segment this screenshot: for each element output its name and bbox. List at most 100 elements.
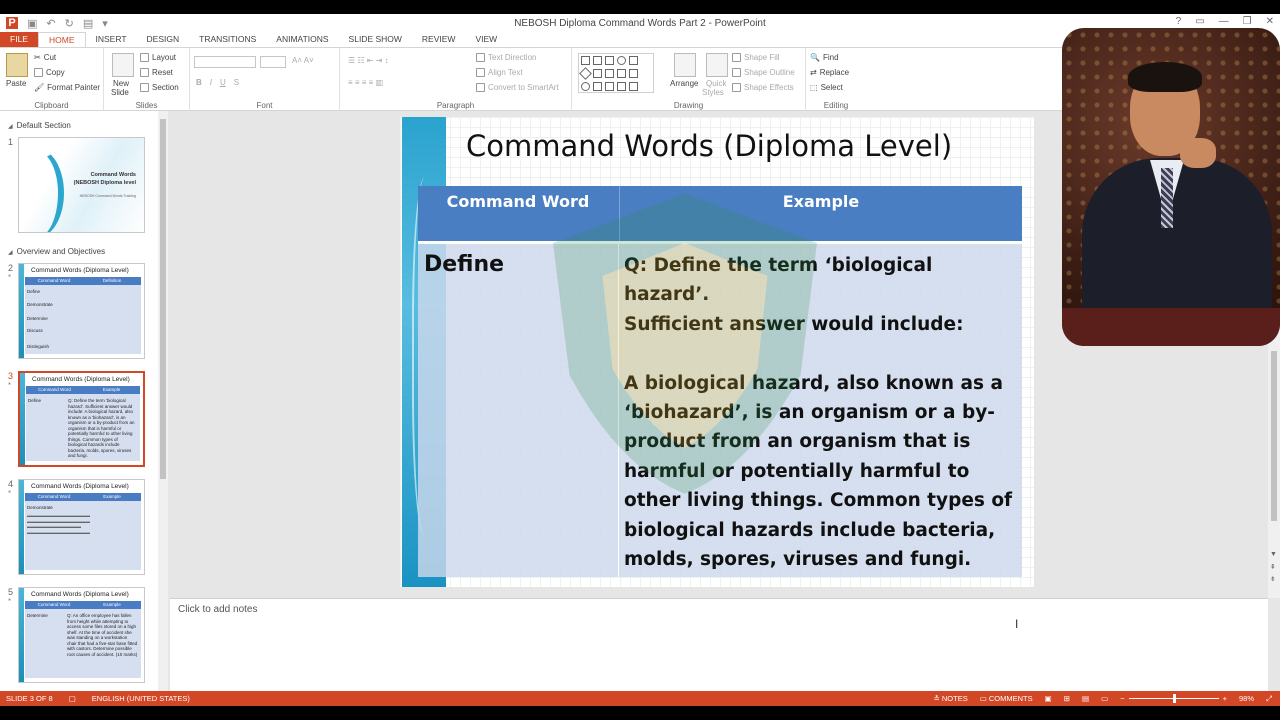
font-size-box[interactable] xyxy=(260,56,286,68)
tab-insert[interactable]: INSERT xyxy=(86,32,137,47)
zoom-in-icon[interactable]: + xyxy=(1223,694,1227,703)
bold-button[interactable]: B xyxy=(196,78,202,87)
slide-canvas[interactable]: Command Words (Diploma Level) Command Wo… xyxy=(400,117,1034,587)
tab-slide-show[interactable]: SLIDE SHOW xyxy=(339,32,412,47)
bullets-icon[interactable]: ☰ ☷ ⇤ ⇥ ↕ xyxy=(348,56,389,65)
new-slide-button[interactable]: New xyxy=(113,79,129,88)
undo-icon[interactable]: ↶ xyxy=(46,17,55,30)
thumbnail-slide-3[interactable]: Command Words (Diploma Level) Command Wo… xyxy=(18,371,145,467)
replace-button[interactable]: ⇄ Replace xyxy=(810,68,849,77)
redo-icon[interactable]: ↻ xyxy=(65,17,74,30)
zoom-knob[interactable] xyxy=(1172,694,1176,703)
collapse-icon[interactable]: ◢ xyxy=(8,250,13,256)
shapes-gallery[interactable] xyxy=(578,53,654,93)
tab-home[interactable]: HOME xyxy=(38,32,86,47)
tab-transitions[interactable]: TRANSITIONS xyxy=(189,32,266,47)
thumbnail-scrollbar[interactable] xyxy=(158,111,168,691)
layout-button[interactable]: Layout xyxy=(140,53,176,62)
slide-title[interactable]: Command Words (Diploma Level) xyxy=(466,129,952,163)
next-slide-icon[interactable]: ⇟ xyxy=(1270,575,1276,583)
close-icon[interactable]: ✕ xyxy=(1266,16,1274,27)
ribbon-display-icon[interactable]: ▭ xyxy=(1195,16,1204,27)
save-icon[interactable]: ▣ xyxy=(27,17,37,30)
normal-view-icon[interactable]: ▣ xyxy=(1045,694,1052,703)
quick-styles-icon[interactable] xyxy=(706,53,728,77)
arrange-button[interactable]: Arrange xyxy=(670,79,698,88)
slideshow-icon[interactable]: ▭ xyxy=(1101,694,1108,703)
slide-sorter-icon[interactable]: ⊞ xyxy=(1064,694,1070,703)
shadow-button[interactable]: S xyxy=(234,78,239,87)
quick-styles-button[interactable]: Quick xyxy=(706,79,726,88)
customize-qat-icon[interactable]: ▾ xyxy=(102,17,108,30)
find-button[interactable]: 🔍 Find xyxy=(810,53,839,62)
thumbnail-slide-4[interactable]: Command Words (Diploma Level) Command Wo… xyxy=(18,479,145,575)
slide-thumbnail-pane[interactable]: ◢ Default Section 1 Command Words (NEBOSH… xyxy=(0,111,168,691)
font-name-box[interactable] xyxy=(194,56,256,68)
shape-fill-button[interactable]: Shape Fill xyxy=(732,53,780,62)
align-text-button[interactable]: Align Text xyxy=(476,68,523,77)
reading-view-icon[interactable]: ▤ xyxy=(1082,694,1089,703)
table-header-row[interactable]: Command Word Example xyxy=(418,186,1022,244)
section-button[interactable]: Section xyxy=(140,83,179,92)
thumbnail-slide-2[interactable]: Command Words (Diploma Level) Command Wo… xyxy=(18,263,145,359)
shape-effects-button[interactable]: Shape Effects xyxy=(732,83,794,92)
tab-animations[interactable]: ANIMATIONS xyxy=(266,32,338,47)
help-icon[interactable]: ? xyxy=(1176,16,1182,27)
notes-button[interactable]: ≛ NOTES xyxy=(933,694,967,703)
convert-smartart-label: Convert to SmartArt xyxy=(488,83,559,92)
start-from-beginning-icon[interactable]: ▤ xyxy=(83,17,93,30)
grow-font-icon[interactable]: A˄ A˅ xyxy=(292,56,314,65)
new-slide-button-line2[interactable]: Slide xyxy=(111,88,129,97)
italic-button[interactable]: I xyxy=(210,78,212,87)
paste-button[interactable]: Paste xyxy=(6,79,26,88)
collapse-icon[interactable]: ◢ xyxy=(8,124,13,130)
minimize-icon[interactable]: — xyxy=(1219,16,1229,27)
select-button[interactable]: ⬚ Select xyxy=(810,83,843,92)
underline-button[interactable]: U xyxy=(220,78,226,87)
notes-pane[interactable]: Click to add notes I xyxy=(170,598,1268,691)
scroll-down-icon[interactable]: ▼ xyxy=(1270,551,1277,558)
thumb-row: Determine xyxy=(27,613,48,618)
spelling-icon[interactable]: ▢ xyxy=(69,694,76,703)
text-direction-button[interactable]: Text Direction xyxy=(476,53,536,62)
tab-view[interactable]: VIEW xyxy=(465,32,507,47)
previous-slide-icon[interactable]: ⇞ xyxy=(1270,563,1276,571)
zoom-out-icon[interactable]: − xyxy=(1120,694,1124,703)
table-body-row[interactable]: Define Q: Define the term ‘biological ha… xyxy=(418,244,1022,577)
slide-counter[interactable]: SLIDE 3 OF 8 xyxy=(6,694,53,703)
align-text-icon xyxy=(476,68,485,77)
thumbnail-slide-1[interactable]: Command Words (NEBOSH Diploma level NEBO… xyxy=(18,137,145,233)
shape-outline-button[interactable]: Shape Outline xyxy=(732,68,795,77)
paste-icon[interactable] xyxy=(6,53,28,77)
zoom-track[interactable] xyxy=(1128,694,1219,703)
restore-icon[interactable]: ❐ xyxy=(1243,16,1252,27)
thumbnail-slide-5[interactable]: Command Words (Diploma Level) Command Wo… xyxy=(18,587,145,683)
section-overview[interactable]: ◢ Overview and Objectives xyxy=(8,247,105,256)
section-default[interactable]: ◢ Default Section xyxy=(8,121,71,130)
thumbnail-scrollbar-thumb[interactable] xyxy=(160,119,166,479)
thumb-number: 3 xyxy=(8,371,14,381)
quick-styles-button-line2[interactable]: Styles xyxy=(702,88,724,97)
new-slide-icon[interactable] xyxy=(112,53,134,77)
slide-scrollbar-thumb[interactable] xyxy=(1271,351,1277,521)
comments-button[interactable]: ▭ COMMENTS xyxy=(980,694,1033,703)
notes-placeholder[interactable]: Click to add notes xyxy=(178,604,258,615)
shape-rect-icon xyxy=(593,69,602,78)
shape-oval-icon xyxy=(617,56,626,65)
copy-button[interactable]: Copy xyxy=(34,68,65,77)
language-indicator[interactable]: ENGLISH (UNITED STATES) xyxy=(92,694,190,703)
align-icons[interactable]: ≡ ≡ ≡ ≡ ▥ xyxy=(348,78,383,87)
zoom-slider[interactable]: − + xyxy=(1120,694,1227,703)
thumb-stripe xyxy=(20,373,25,465)
format-painter-button[interactable]: 🖌 Format Painter xyxy=(34,83,100,92)
fit-to-window-icon[interactable]: ⤢ xyxy=(1266,694,1272,704)
thumb-title: Command Words (Diploma Level) xyxy=(31,591,129,598)
zoom-level[interactable]: 98% xyxy=(1239,694,1254,703)
arrange-icon[interactable] xyxy=(674,53,696,77)
tab-file[interactable]: FILE xyxy=(0,32,38,47)
reset-button[interactable]: Reset xyxy=(140,68,173,77)
tab-design[interactable]: DESIGN xyxy=(137,32,190,47)
cut-button[interactable]: ✂ Cut xyxy=(34,53,56,62)
tab-review[interactable]: REVIEW xyxy=(412,32,466,47)
convert-smartart-button[interactable]: Convert to SmartArt xyxy=(476,83,559,92)
